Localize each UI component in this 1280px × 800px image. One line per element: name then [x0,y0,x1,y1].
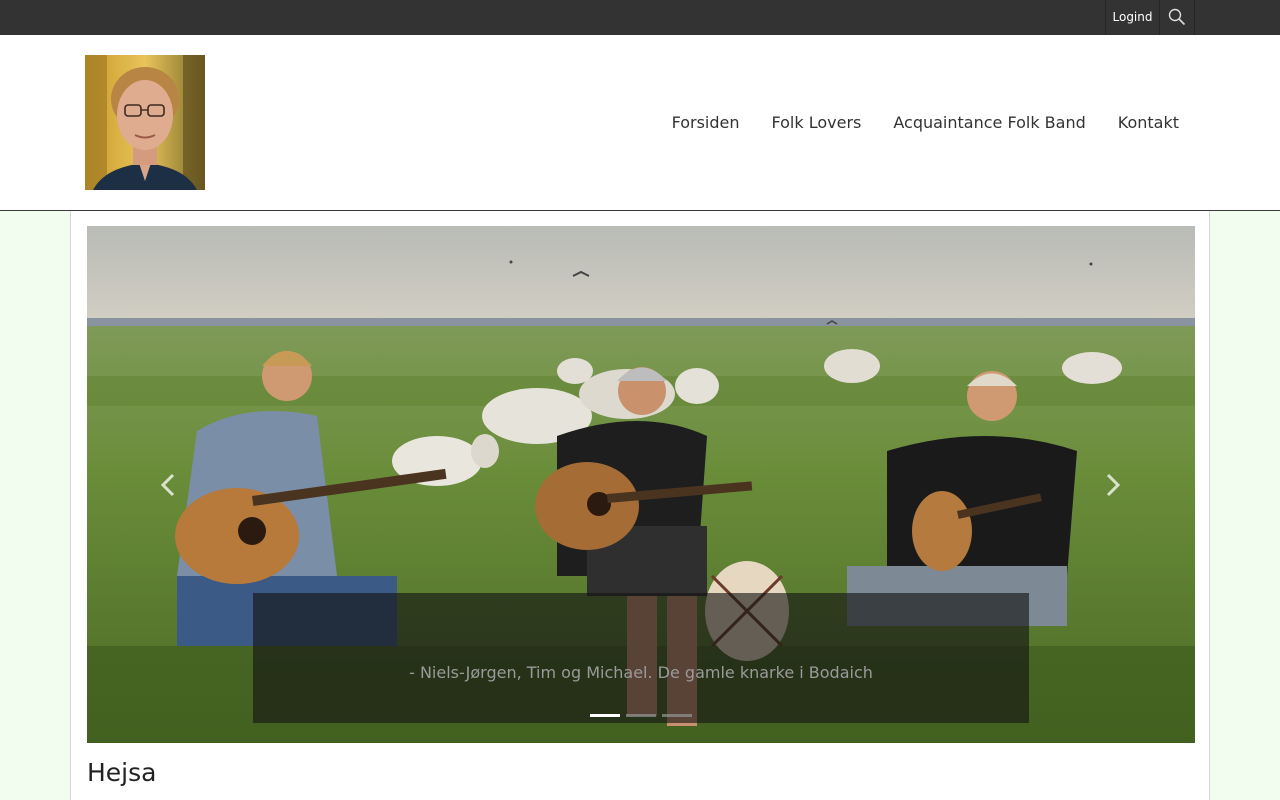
top-bar: Logind [0,0,1280,35]
slide-caption: - Niels-Jørgen, Tim og Michael. De gamle… [253,593,1029,723]
search-button[interactable] [1160,0,1195,35]
nav-item-forsiden[interactable]: Forsiden [656,112,756,134]
chevron-left-icon [160,473,175,497]
slider-next-button[interactable] [1100,472,1124,498]
main-navigation: Forsiden Folk Lovers Acquaintance Folk B… [656,35,1195,211]
nav-item-folk-lovers[interactable]: Folk Lovers [755,112,877,134]
slider-indicator-3[interactable] [662,714,692,717]
chevron-right-icon [1106,473,1121,497]
slider-indicator-2[interactable] [626,714,656,717]
slide-caption-text: - Niels-Jørgen, Tim og Michael. De gamle… [409,663,873,682]
slider-prev-button[interactable] [157,472,181,498]
page-title: Hejsa [87,758,157,787]
slider-indicators [590,714,694,718]
site-header: Forsiden Folk Lovers Acquaintance Folk B… [0,35,1280,211]
nav-item-acquaintance-folk-band[interactable]: Acquaintance Folk Band [877,112,1101,134]
page-content: - Niels-Jørgen, Tim og Michael. De gamle… [70,211,1210,800]
portrait-image [85,55,205,190]
image-slider: - Niels-Jørgen, Tim og Michael. De gamle… [87,226,1195,743]
login-link[interactable]: Logind [1105,0,1160,35]
search-icon [1168,8,1186,26]
site-logo[interactable] [85,55,205,190]
slider-indicator-1[interactable] [590,714,620,717]
nav-item-kontakt[interactable]: Kontakt [1102,112,1195,134]
